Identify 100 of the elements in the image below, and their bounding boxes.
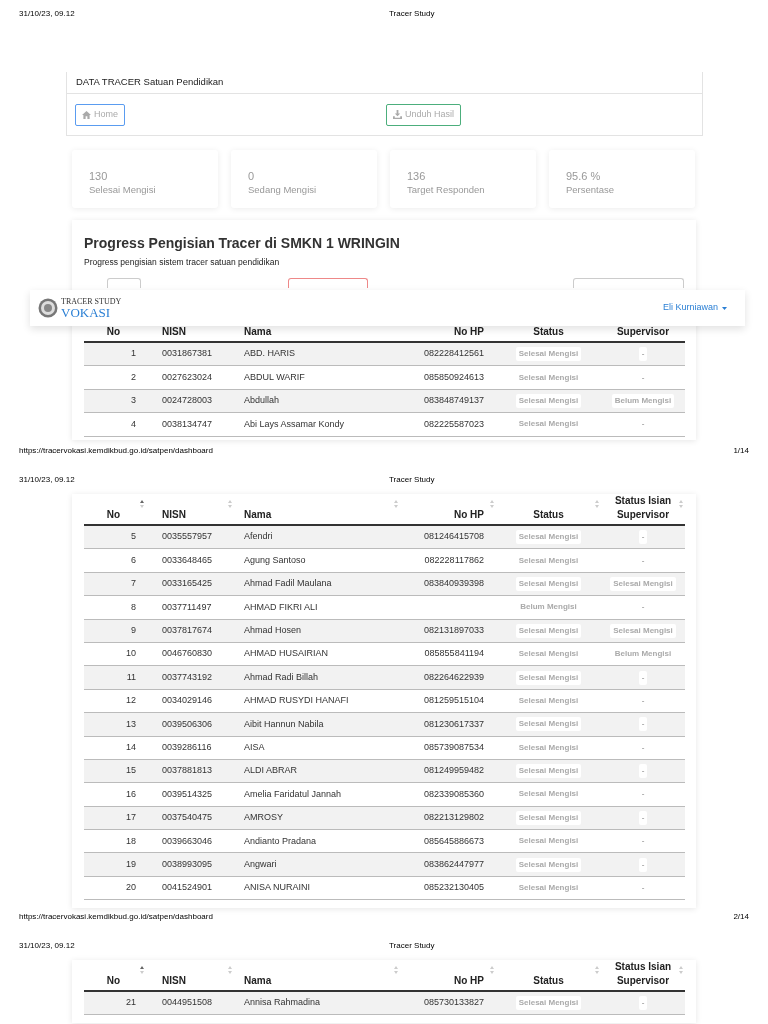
column-header[interactable]: No HP (454, 974, 484, 988)
column-header[interactable]: Status Isian Supervisor (608, 494, 678, 522)
table-cell: 3 (131, 394, 136, 408)
table-cell: ALDI ABRAR (244, 764, 298, 778)
table-cell: 18 (126, 834, 136, 848)
table-cell-text: Ahmad Radi Billah (244, 670, 319, 684)
table-cell-text: 6 (131, 553, 136, 567)
column-header[interactable]: No HP (454, 325, 484, 339)
card-title: Progress Pengisian Tracer di SMKN 1 WRINGIN (83, 234, 401, 252)
status-badge: Selesai Mengisi (515, 393, 582, 408)
column-header[interactable]: NISN (162, 508, 186, 522)
table-cell: ABD. HARIS (244, 347, 295, 361)
table-cell: 081249959482 (423, 764, 484, 778)
table-cell: 5 (131, 530, 136, 544)
table-cell-text: Abi Lays Assamar Kondy (244, 417, 345, 431)
page-number: 1/14 (733, 445, 749, 457)
table-cell: 0039663046 (162, 834, 213, 848)
table-cell-text: Ahmad Hosen (244, 624, 302, 637)
table-cell-text: 0037743192 (162, 670, 213, 684)
print-url: https://tracervokasi.kemdikbud.go.id/satpen/dashboard (19, 445, 213, 457)
column-header[interactable]: Nama (244, 508, 272, 522)
table-cell-text: Agung Santoso (244, 553, 306, 567)
table-cell-text: 14 (126, 740, 136, 754)
table-cell-text: 16 (126, 787, 136, 801)
column-header[interactable]: Status (533, 325, 564, 339)
caret-icon (722, 306, 727, 310)
stat-value: 0 (248, 169, 256, 183)
table-cell-text: Aibit Hannun Nabila (244, 717, 324, 731)
column-header[interactable]: Status (533, 508, 564, 522)
status-badge: - (638, 996, 648, 1011)
table-cell: Annisa Rahmadina (244, 996, 321, 1010)
status-badge: Selesai Mengisi (610, 576, 676, 591)
column-header[interactable]: No HP (454, 508, 484, 522)
column-header[interactable]: No (106, 508, 120, 522)
table-cell: Afendri (244, 530, 273, 544)
table-cell-text: 0038134747 (162, 417, 213, 431)
status-select[interactable] (288, 278, 368, 288)
table-cell-text: AHMAD FIKRI ALI (244, 600, 318, 614)
status-badge: Selesai Mengisi (515, 576, 582, 591)
table-cell-text: 081230617337 (423, 717, 484, 731)
search-field[interactable] (573, 278, 684, 288)
table-cell: 0037540475 (162, 811, 213, 825)
status-badge: - (638, 530, 648, 545)
stat-label: Persentase (566, 183, 616, 197)
table-cell-text: ABDUL WARIF (244, 370, 305, 384)
table-cell-text: 082228117862 (424, 553, 484, 567)
table-cell: 1 (131, 347, 136, 361)
column-header[interactable]: Nama (244, 974, 272, 988)
table-cell: 20 (126, 881, 136, 895)
show-select[interactable] (107, 278, 141, 288)
table-cell: 0044951508 (162, 996, 213, 1010)
print-title: Tracer Study (389, 8, 435, 20)
print-title: Tracer Study (389, 940, 435, 952)
table-cell-text: 0039286116 (162, 740, 212, 754)
stat-label: Sedang Mengisi (248, 183, 318, 197)
print-date: 31/10/23, 09.12 (19, 475, 75, 484)
table-cell-text: 4 (131, 417, 136, 431)
status-badge: - (638, 810, 648, 825)
status-badge: Selesai Mengisi (515, 996, 582, 1011)
column-header[interactable]: NISN (162, 974, 186, 988)
table-cell-text: 13 (126, 717, 136, 731)
status-badge: Selesai Mengisi (610, 623, 676, 638)
column-header[interactable]: Status Isian Supervisor (608, 960, 678, 988)
status-badge: Selesai Mengisi (515, 764, 582, 779)
user-menu[interactable]: Eli Kurniawan (662, 301, 727, 315)
table-cell: Andianto Pradana (244, 834, 317, 848)
table-cell-text: 2 (131, 370, 136, 384)
stat-value: 95.6 % (566, 169, 602, 183)
table-cell-text: 0037817674 (162, 624, 213, 637)
column-header[interactable]: Nama (244, 325, 272, 339)
table-cell: 082228412561 (423, 347, 484, 361)
column-header[interactable]: No (106, 325, 120, 339)
table-cell: 083848749137 (423, 394, 484, 408)
table-cell-text: 9 (131, 624, 136, 637)
column-header[interactable]: No (106, 974, 120, 988)
logo-wordmark: VOKASI (61, 305, 112, 319)
print-date: 31/10/23, 09.12 (19, 9, 75, 18)
table-cell-text: 0039506306 (162, 717, 213, 731)
card-subtitle: Progress pengisian sistem tracer satuan pendidikan (83, 256, 281, 268)
table-cell: 081246415708 (423, 530, 484, 544)
table-cell-text: 8 (131, 600, 136, 614)
table-cell: 0046760830 (162, 647, 213, 661)
table-cell: 0034029146 (162, 694, 213, 708)
status-badge: - (638, 670, 648, 685)
status-badge: - (638, 347, 648, 362)
table-cell: 081259515104 (423, 694, 484, 708)
table-cell-text: 083862447977 (423, 857, 484, 871)
table-cell: ANISA NURAINI (244, 881, 310, 895)
table-cell-text: AISA (244, 740, 265, 754)
column-header[interactable]: Supervisor (608, 325, 678, 339)
status-badge: - (638, 857, 648, 872)
column-header[interactable]: Status (533, 974, 564, 988)
table-cell: 085730133827 (423, 996, 484, 1010)
column-header[interactable]: NISN (162, 325, 186, 339)
table-cell: 085645886673 (423, 834, 484, 848)
card-title: DATA TRACER Satuan Pendidikan (76, 75, 224, 90)
status-badge: Selesai Mengisi (515, 810, 582, 825)
table-cell: AMROSY (244, 811, 283, 825)
table-cell-text: 082264622939 (423, 670, 484, 684)
table-cell-text: 082225587023 (423, 417, 484, 431)
